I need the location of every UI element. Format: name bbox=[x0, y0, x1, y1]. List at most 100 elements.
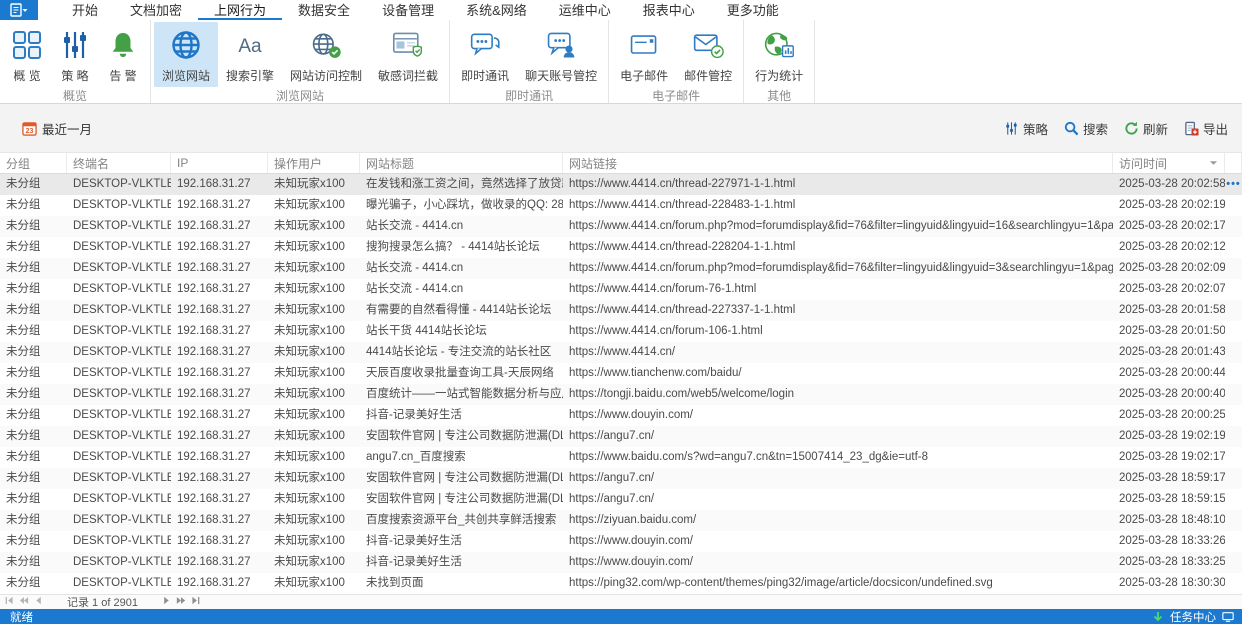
table-row[interactable]: 未分组 DESKTOP-VLKTLE1 192.168.31.27 未知玩家x100 抖… bbox=[0, 531, 1242, 552]
ribbon-item-website-access-control[interactable]: 网站访问控制 bbox=[282, 22, 370, 87]
ribbon-item-label: 电子邮件 bbox=[620, 69, 669, 83]
first-page-icon[interactable] bbox=[4, 596, 14, 608]
ribbon-item-label: 即时通讯 bbox=[461, 69, 510, 83]
cell-1: DESKTOP-VLKTLE1 bbox=[73, 367, 171, 379]
table-row[interactable]: 未分组 DESKTOP-VLKTLE1 192.168.31.27 未知玩家x100 百… bbox=[0, 384, 1242, 405]
tab-更多功能[interactable]: 更多功能 bbox=[711, 0, 795, 20]
row-menu-cell bbox=[1225, 468, 1242, 489]
cell-0: 未分组 bbox=[6, 409, 41, 421]
table-row[interactable]: 未分组 DESKTOP-VLKTLE1 192.168.31.27 未知玩家x100 站… bbox=[0, 279, 1242, 300]
ribbon-item-policy[interactable]: 策 略 bbox=[51, 22, 99, 87]
cell-6: 2025-03-28 20:01:43 bbox=[1119, 346, 1225, 358]
tab-设备管理[interactable]: 设备管理 bbox=[366, 0, 450, 20]
export-action[interactable]: 导出 bbox=[1184, 119, 1228, 138]
search-action[interactable]: 搜索 bbox=[1064, 119, 1108, 138]
table-row[interactable]: 未分组 DESKTOP-VLKTLE1 192.168.31.27 未知玩家x100 在… bbox=[0, 174, 1242, 195]
date-range-filter[interactable]: 23 最近一月 bbox=[22, 119, 92, 138]
cell-5: https://angu7.cn/ bbox=[569, 493, 655, 505]
cell-4: 抖音-记录美好生活 bbox=[366, 556, 462, 568]
ribbon-item-alert[interactable]: 告 警 bbox=[99, 22, 147, 87]
cell-2: 192.168.31.27 bbox=[177, 325, 251, 337]
ribbon-group-items: 概 览策 略告 警 bbox=[3, 20, 147, 87]
ribbon-item-email-control[interactable]: 邮件管控 bbox=[676, 22, 740, 87]
ribbon-item-search-engine[interactable]: Aa 搜索引擎 bbox=[218, 22, 282, 87]
table-row[interactable]: 未分组 DESKTOP-VLKTLE1 192.168.31.27 未知玩家x100 有… bbox=[0, 300, 1242, 321]
ribbon-group-items: 电子邮件 邮件管控 bbox=[612, 20, 740, 87]
globe-chart-icon bbox=[763, 29, 795, 61]
table-row[interactable]: 未分组 DESKTOP-VLKTLE1 192.168.31.27 未知玩家x100 站… bbox=[0, 216, 1242, 237]
ribbon-item-browse-website[interactable]: 浏览网站 bbox=[154, 22, 219, 87]
table-row[interactable]: 未分组 DESKTOP-VLKTLE1 192.168.31.27 未知玩家x100 安… bbox=[0, 426, 1242, 447]
table-row[interactable]: 未分组 DESKTOP-VLKTLE1 192.168.31.27 未知玩家x100 抖… bbox=[0, 552, 1242, 573]
table-row[interactable]: 未分组 DESKTOP-VLKTLE1 192.168.31.27 未知玩家x100 站… bbox=[0, 321, 1242, 342]
tab-系统&网络[interactable]: 系统&网络 bbox=[450, 0, 543, 20]
table-row[interactable]: 未分组 DESKTOP-VLKTLE1 192.168.31.27 未知玩家x100 4… bbox=[0, 342, 1242, 363]
column-header-2[interactable]: IP bbox=[171, 153, 268, 173]
app-menu-button[interactable] bbox=[0, 0, 38, 20]
tab-运维中心[interactable]: 运维中心 bbox=[543, 0, 627, 20]
bell-icon bbox=[107, 29, 139, 61]
cell-0: 未分组 bbox=[6, 388, 41, 400]
table-row[interactable]: 未分组 DESKTOP-VLKTLE1 192.168.31.27 未知玩家x100 百… bbox=[0, 510, 1242, 531]
ribbon-item-instant-messaging[interactable]: 即时通讯 bbox=[453, 22, 517, 87]
cell-1: DESKTOP-VLKTLE1 bbox=[73, 451, 171, 463]
cell-3: 未知玩家x100 bbox=[274, 346, 345, 358]
cell-0: 未分组 bbox=[6, 367, 41, 379]
tab-上网行为[interactable]: 上网行为 bbox=[198, 0, 283, 20]
table-row[interactable]: 未分组 DESKTOP-VLKTLE1 192.168.31.27 未知玩家x100 未… bbox=[0, 573, 1242, 594]
table-row[interactable]: 未分组 DESKTOP-VLKTLE1 192.168.31.27 未知玩家x100 曝… bbox=[0, 195, 1242, 216]
search-icon bbox=[1064, 121, 1079, 136]
row-menu-dots[interactable]: ••• bbox=[1225, 174, 1242, 195]
tab-数据安全[interactable]: 数据安全 bbox=[282, 0, 366, 20]
prev-icon[interactable] bbox=[34, 596, 44, 608]
prev-fast-icon[interactable] bbox=[19, 596, 29, 608]
cell-3: 未知玩家x100 bbox=[274, 451, 345, 463]
tab-开始[interactable]: 开始 bbox=[56, 0, 114, 20]
table-row[interactable]: 未分组 DESKTOP-VLKTLE1 192.168.31.27 未知玩家x100 安… bbox=[0, 468, 1242, 489]
table-row[interactable]: 未分组 DESKTOP-VLKTLE1 192.168.31.27 未知玩家x100 天… bbox=[0, 363, 1242, 384]
next-fast-icon[interactable] bbox=[176, 596, 186, 608]
row-menu-cell bbox=[1225, 489, 1242, 510]
chat-user-icon bbox=[545, 29, 577, 61]
ribbon-item-overview[interactable]: 概 览 bbox=[3, 22, 51, 87]
cell-4: 未找到页面 bbox=[366, 577, 424, 589]
sliders-icon bbox=[59, 29, 91, 61]
column-header-5[interactable]: 网站链接 bbox=[563, 153, 1113, 173]
cell-2: 192.168.31.27 bbox=[177, 283, 251, 295]
column-header-1[interactable]: 终端名 bbox=[67, 153, 171, 173]
policy-action[interactable]: 策略 bbox=[1004, 119, 1048, 138]
ribbon-item-behavior-statistics[interactable]: 行为统计 bbox=[747, 22, 811, 87]
cell-4: 搜狗搜录怎么搞？ - 4414站长论坛 bbox=[366, 241, 540, 253]
column-header-4[interactable]: 网站标题 bbox=[360, 153, 563, 173]
next-icon[interactable] bbox=[161, 596, 171, 608]
ribbon-item-email[interactable]: 电子邮件 bbox=[612, 22, 676, 87]
tab-文档加密[interactable]: 文档加密 bbox=[114, 0, 198, 20]
prev-icon bbox=[34, 596, 44, 605]
column-header-6[interactable]: 访问时间 bbox=[1113, 153, 1225, 173]
table-row[interactable]: 未分组 DESKTOP-VLKTLE1 192.168.31.27 未知玩家x100 搜… bbox=[0, 237, 1242, 258]
table-row[interactable]: 未分组 DESKTOP-VLKTLE1 192.168.31.27 未知玩家x100 安… bbox=[0, 489, 1242, 510]
next-fast-icon bbox=[176, 596, 186, 605]
task-center-button[interactable]: 任务中心 bbox=[1152, 609, 1234, 624]
ribbon-group-label: 浏览网站 bbox=[276, 89, 325, 103]
table-row[interactable]: 未分组 DESKTOP-VLKTLE1 192.168.31.27 未知玩家x100 a… bbox=[0, 447, 1242, 468]
mail-check-icon bbox=[692, 29, 724, 61]
column-header-0[interactable]: 分组 bbox=[0, 153, 67, 173]
table-header: 分组 终端名 IP 操作用户 网站标题 网站链接 访问时间 bbox=[0, 153, 1242, 174]
refresh-action[interactable]: 刷新 bbox=[1124, 119, 1168, 138]
ribbon-group-items: 即时通讯 聊天账号管控 bbox=[453, 20, 605, 87]
record-count-label: 记录 1 of 2901 bbox=[67, 597, 138, 609]
status-bar: 就绪 任务中心 bbox=[0, 609, 1242, 624]
cell-1: DESKTOP-VLKTLE1 bbox=[73, 220, 171, 232]
ribbon-item-chat-account-control[interactable]: 聊天账号管控 bbox=[517, 22, 605, 87]
cell-1: DESKTOP-VLKTLE1 bbox=[73, 304, 171, 316]
export-action-label: 导出 bbox=[1202, 122, 1228, 137]
tab-报表中心[interactable]: 报表中心 bbox=[627, 0, 711, 20]
column-header-3[interactable]: 操作用户 bbox=[268, 153, 360, 173]
last-page-icon[interactable] bbox=[191, 596, 201, 608]
table-row[interactable]: 未分组 DESKTOP-VLKTLE1 192.168.31.27 未知玩家x100 抖… bbox=[0, 405, 1242, 426]
cell-3: 未知玩家x100 bbox=[274, 430, 345, 442]
ribbon-item-sensitive-word-block[interactable]: 敏感词拦截 bbox=[370, 22, 446, 87]
table-row[interactable]: 未分组 DESKTOP-VLKTLE1 192.168.31.27 未知玩家x100 站… bbox=[0, 258, 1242, 279]
search-action-label: 搜索 bbox=[1082, 122, 1108, 137]
